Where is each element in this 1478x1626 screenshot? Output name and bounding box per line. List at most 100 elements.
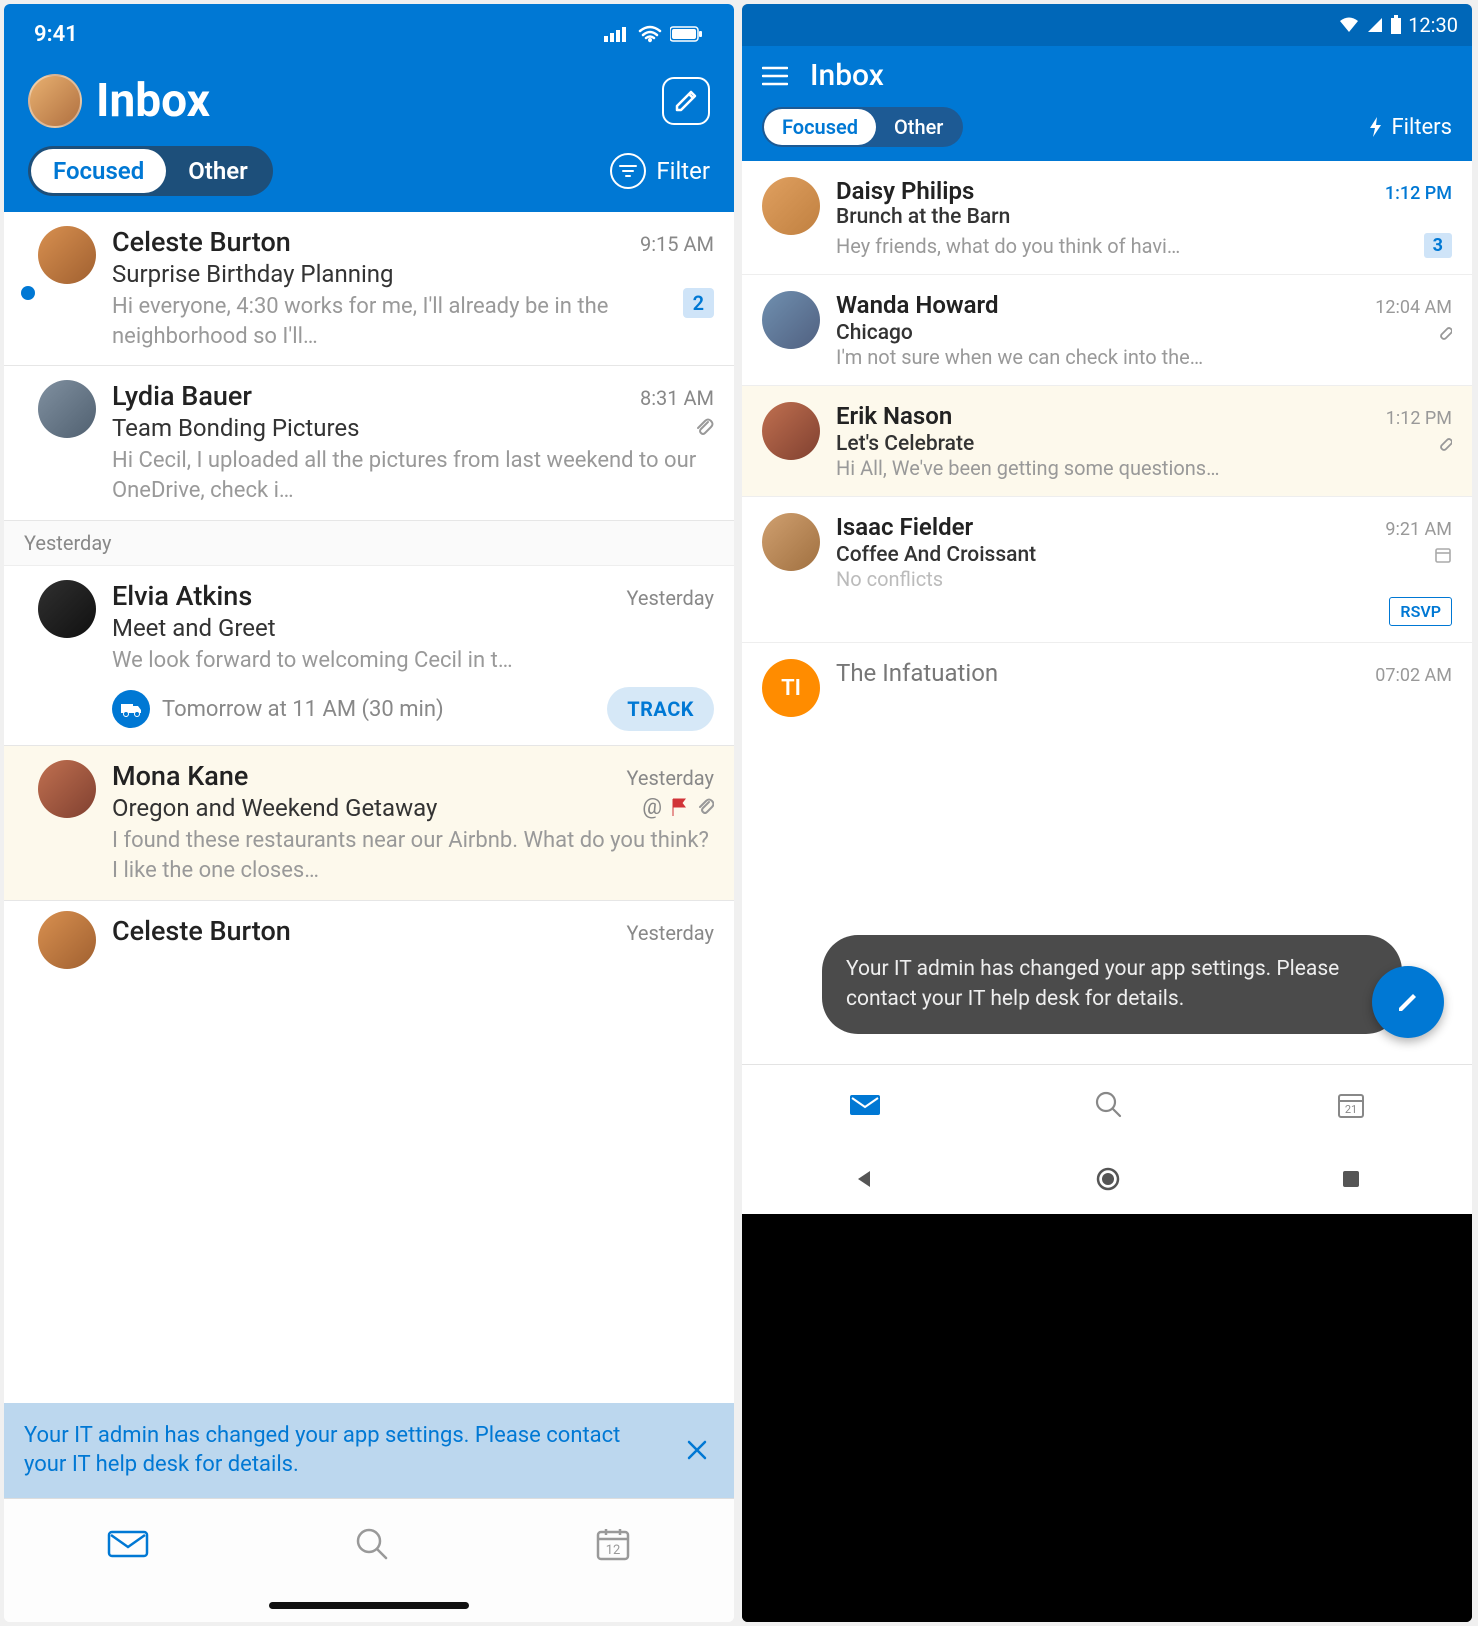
search-icon <box>354 1526 390 1562</box>
filter-label: Filter <box>656 157 710 185</box>
recent-square-icon <box>1340 1168 1362 1190</box>
sender-avatar <box>38 380 96 438</box>
message-time: 12:04 AM <box>1375 297 1452 318</box>
message-preview: I found these restaurants near our Airbn… <box>112 826 714 885</box>
sender-avatar <box>38 226 96 284</box>
message-subject: Surprise Birthday Planning <box>112 260 714 288</box>
message-time: 1:12 PM <box>1385 183 1452 204</box>
sender-name: Lydia Bauer <box>112 380 252 412</box>
tab-mail[interactable] <box>107 1529 149 1559</box>
attachment-icon <box>1436 323 1452 343</box>
hamburger-icon <box>762 66 788 86</box>
message-item[interactable]: Isaac Fielder 9:21 AM Coffee And Croissa… <box>742 497 1472 643</box>
nav-home[interactable] <box>1095 1166 1121 1192</box>
bottom-tab-bar: 12 <box>4 1498 734 1588</box>
account-avatar[interactable] <box>28 74 82 128</box>
message-subject: Coffee And Croissant <box>836 543 1036 567</box>
android-status-bar: 12:30 <box>742 4 1472 46</box>
status-indicators <box>604 25 704 43</box>
tab-focused[interactable]: Focused <box>31 149 166 193</box>
banner-close-button[interactable] <box>680 1433 714 1467</box>
filter-button[interactable]: Filter <box>610 153 710 189</box>
section-header-yesterday: Yesterday <box>4 521 734 566</box>
pencil-icon <box>1394 988 1422 1016</box>
black-area <box>742 1214 1472 1622</box>
nav-back[interactable] <box>852 1167 876 1191</box>
unread-dot-icon <box>21 286 35 300</box>
sender-name: The Infatuation <box>836 659 998 687</box>
message-subject: Meet and Greet <box>112 614 714 642</box>
track-button[interactable]: TRACK <box>607 687 714 731</box>
message-preview: We look forward to welcoming Cecil in t… <box>112 646 714 676</box>
message-preview: Hi everyone, 4:30 works for me, I'll alr… <box>112 292 671 351</box>
sender-avatar <box>762 177 820 235</box>
calendar-icon: 12 <box>595 1526 631 1562</box>
tab-search[interactable] <box>354 1526 390 1562</box>
message-item[interactable]: Daisy Philips 1:12 PM Brunch at the Barn… <box>742 161 1472 275</box>
lightning-icon <box>1367 116 1383 138</box>
tab-focused[interactable]: Focused <box>764 109 876 145</box>
wifi-icon <box>638 25 662 43</box>
back-triangle-icon <box>852 1167 876 1191</box>
android-header: Inbox Focused Other Filters <box>742 46 1472 161</box>
message-time: 8:31 AM <box>640 386 714 410</box>
thread-count-badge: 3 <box>1424 233 1452 258</box>
page-title: Inbox <box>810 58 884 93</box>
tab-search[interactable] <box>1094 1090 1124 1120</box>
menu-button[interactable] <box>762 66 788 86</box>
message-preview: Hey friends, what do you think of havi… <box>836 234 1414 258</box>
status-time: 12:30 <box>1408 13 1458 37</box>
tab-mail[interactable] <box>848 1092 882 1118</box>
cellular-icon <box>604 26 630 42</box>
mention-icon: @ <box>642 795 662 820</box>
filters-button[interactable]: Filters <box>1367 115 1452 140</box>
sender-name: Daisy Philips <box>836 177 974 205</box>
attachment-icon <box>696 797 714 817</box>
message-preview: Hi Cecil, I uploaded all the pictures fr… <box>112 446 714 505</box>
tab-other[interactable]: Other <box>876 109 961 145</box>
focused-other-toggle: Focused Other <box>762 107 963 147</box>
message-item[interactable]: Wanda Howard 12:04 AM Chicago I'm not su… <box>742 275 1472 386</box>
battery-icon <box>1390 15 1402 35</box>
nav-recent[interactable] <box>1340 1168 1362 1190</box>
rsvp-button[interactable]: RSVP <box>1389 597 1452 626</box>
compose-fab[interactable] <box>1372 966 1444 1038</box>
sender-name: Celeste Burton <box>112 915 291 947</box>
message-list[interactable]: Daisy Philips 1:12 PM Brunch at the Barn… <box>742 161 1472 1064</box>
message-time: 9:15 AM <box>640 232 714 256</box>
message-item[interactable]: Elvia Atkins Yesterday Meet and Greet We… <box>4 566 734 747</box>
bottom-tab-bar: 21 <box>742 1064 1472 1144</box>
tab-calendar[interactable]: 12 <box>595 1526 631 1562</box>
tab-calendar[interactable]: 21 <box>1336 1090 1366 1120</box>
close-icon <box>686 1439 708 1461</box>
message-item[interactable]: Celeste Burton 9:15 AM Surprise Birthday… <box>4 212 734 366</box>
message-subject: Oregon and Weekend Getaway <box>112 794 437 822</box>
message-item[interactable]: Mona Kane Yesterday Oregon and Weekend G… <box>4 746 734 900</box>
message-item[interactable]: Celeste Burton Yesterday <box>4 901 734 989</box>
sender-name: Celeste Burton <box>112 226 291 258</box>
sender-avatar <box>762 291 820 349</box>
thread-count-badge: 2 <box>683 288 714 318</box>
it-admin-banner: Your IT admin has changed your app setti… <box>4 1403 734 1498</box>
sender-name: Mona Kane <box>112 760 248 792</box>
message-list[interactable]: Celeste Burton 9:15 AM Surprise Birthday… <box>4 212 734 1403</box>
sender-avatar: TI <box>762 659 820 717</box>
sender-avatar <box>762 402 820 460</box>
cellular-icon <box>1366 16 1384 34</box>
ios-status-bar: 9:41 <box>4 4 734 64</box>
message-item[interactable]: Erik Nason 1:12 PM Let's Celebrate Hi Al… <box>742 386 1472 497</box>
shipping-icon <box>112 690 150 728</box>
message-time: Yesterday <box>626 586 714 610</box>
message-subject: Chicago <box>836 321 913 345</box>
message-item[interactable]: TI The Infatuation 07:02 AM <box>742 643 1472 733</box>
sender-name: Elvia Atkins <box>112 580 252 612</box>
message-time: 9:21 AM <box>1385 519 1452 540</box>
message-item[interactable]: Lydia Bauer 8:31 AM Team Bonding Picture… <box>4 366 734 520</box>
message-subject: Team Bonding Pictures <box>112 414 360 442</box>
focused-other-toggle: Focused Other <box>28 146 273 196</box>
android-nav-bar <box>742 1144 1472 1214</box>
sender-name: Isaac Fielder <box>836 513 973 541</box>
compose-button[interactable] <box>662 77 710 125</box>
tab-other[interactable]: Other <box>166 149 270 193</box>
home-indicator[interactable] <box>4 1588 734 1622</box>
